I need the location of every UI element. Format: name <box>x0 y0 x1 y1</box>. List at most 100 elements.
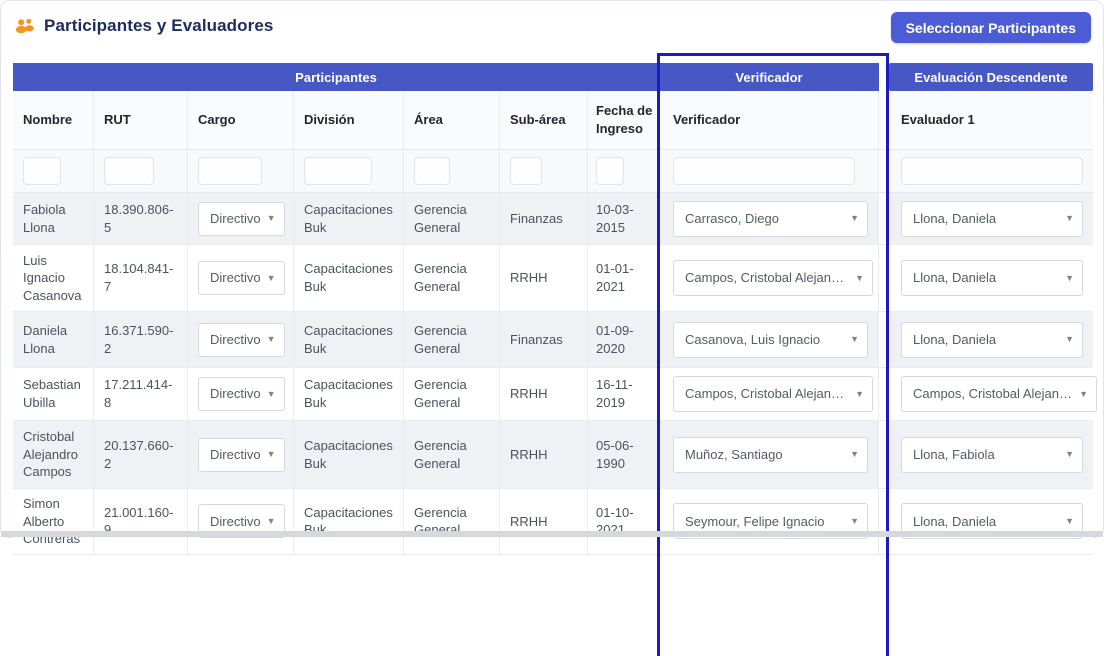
cargo-select[interactable]: Directivo ▼ <box>198 261 285 295</box>
cell-cargo: Directivo ▼ <box>188 193 294 244</box>
table-row: Simon Alberto Contreras 21.001.160-9 Dir… <box>13 489 1093 555</box>
filter-rut-input[interactable] <box>104 157 154 185</box>
chevron-down-icon: ▼ <box>850 212 859 224</box>
table-body: Fabiola Llona 18.390.806-5 Directivo ▼ C… <box>13 193 1093 555</box>
cargo-select[interactable]: Directivo ▼ <box>198 377 285 411</box>
row-gap <box>879 489 889 554</box>
cell-verificador: Seymour, Felipe Ignacio ▼ <box>659 489 879 554</box>
cell-subarea: RRHH <box>500 421 588 488</box>
col-header-evaluador1: Evaluador 1 <box>889 91 1093 149</box>
chevron-down-icon: ▼ <box>1065 448 1074 460</box>
filter-subarea-input[interactable] <box>510 157 542 185</box>
cell-fecha: 10-03-2015 <box>588 193 659 244</box>
cell-verificador: Casanova, Luis Ignacio ▼ <box>659 312 879 367</box>
cell-evaluador1: Campos, Cristobal Alejandro ▼ <box>889 368 1093 420</box>
cell-area: Gerencia General <box>404 489 500 554</box>
table-row: Sebastian Ubilla 17.211.414-8 Directivo … <box>13 368 1093 421</box>
table-row: Luis Ignacio Casanova 18.104.841-7 Direc… <box>13 245 1093 312</box>
cell-verificador: Carrasco, Diego ▼ <box>659 193 879 244</box>
horizontal-scrollbar[interactable] <box>1 531 1103 537</box>
chevron-down-icon: ▼ <box>267 212 276 224</box>
cell-subarea: RRHH <box>500 245 588 311</box>
cell-division: Capacitaciones Buk <box>294 489 404 554</box>
users-icon <box>15 18 35 34</box>
cell-evaluador1: Llona, Daniela ▼ <box>889 312 1093 367</box>
cell-cargo: Directivo ▼ <box>188 312 294 367</box>
cell-rut: 17.211.414-8 <box>94 368 188 420</box>
col-header-area: Área <box>404 91 500 149</box>
page-title: Participantes y Evaluadores <box>44 16 273 36</box>
cell-cargo: Directivo ▼ <box>188 421 294 488</box>
cell-subarea: RRHH <box>500 368 588 420</box>
cargo-select[interactable]: Directivo ▼ <box>198 323 285 357</box>
cell-subarea: Finanzas <box>500 312 588 367</box>
cell-rut: 18.390.806-5 <box>94 193 188 244</box>
filter-cargo-input[interactable] <box>198 157 262 185</box>
chevron-down-icon: ▼ <box>267 515 276 527</box>
filter-row <box>13 150 1093 193</box>
evaluador1-select[interactable]: Campos, Cristobal Alejandro ▼ <box>901 376 1097 412</box>
cell-area: Gerencia General <box>404 368 500 420</box>
evaluador1-select[interactable]: Llona, Fabiola ▼ <box>901 437 1083 473</box>
chevron-down-icon: ▼ <box>1065 333 1074 345</box>
filter-verificador-input[interactable] <box>673 157 855 185</box>
participants-evaluators-page: { "header": { "title": "Participantes y … <box>0 0 1104 538</box>
cell-nombre: Daniela Llona <box>13 312 94 367</box>
table-row: Fabiola Llona 18.390.806-5 Directivo ▼ C… <box>13 193 1093 245</box>
cell-rut: 21.001.160-9 <box>94 489 188 554</box>
cell-division: Capacitaciones Buk <box>294 421 404 488</box>
cell-division: Capacitaciones Buk <box>294 368 404 420</box>
chevron-down-icon: ▼ <box>855 388 864 400</box>
row-gap <box>879 245 889 311</box>
filter-fecha-input[interactable] <box>596 157 624 185</box>
row-gap <box>879 312 889 367</box>
cell-division: Capacitaciones Buk <box>294 245 404 311</box>
chevron-down-icon: ▼ <box>267 272 276 284</box>
col-header-subarea: Sub-área <box>500 91 588 149</box>
filter-division-input[interactable] <box>304 157 372 185</box>
filter-area-input[interactable] <box>414 157 450 185</box>
group-header-row: Participantes Verificador Evaluación Des… <box>13 63 1093 91</box>
col-header-verificador: Verificador <box>659 91 879 149</box>
group-participantes: Participantes <box>13 63 659 91</box>
chevron-down-icon: ▼ <box>267 448 276 460</box>
verificador-select[interactable]: Campos, Cristobal Alejandro ▼ <box>673 260 873 296</box>
cell-verificador: Muñoz, Santiago ▼ <box>659 421 879 488</box>
cell-nombre: Sebastian Ubilla <box>13 368 94 420</box>
select-participants-button[interactable]: Seleccionar Participantes <box>891 12 1091 43</box>
evaluador1-select[interactable]: Llona, Daniela ▼ <box>901 201 1083 237</box>
chevron-down-icon: ▼ <box>850 333 859 345</box>
col-header-rut: RUT <box>94 91 188 149</box>
verificador-select[interactable]: Muñoz, Santiago ▼ <box>673 437 868 473</box>
cell-fecha: 01-10-2021 <box>588 489 659 554</box>
verificador-select[interactable]: Carrasco, Diego ▼ <box>673 201 868 237</box>
verificador-select[interactable]: Campos, Cristobal Alejandro ▼ <box>673 376 873 412</box>
chevron-down-icon: ▼ <box>850 448 859 460</box>
group-gap <box>879 63 889 91</box>
group-evaluacion: Evaluación Descendente <box>889 63 1093 91</box>
table-row: Cristobal Alejandro Campos 20.137.660-2 … <box>13 421 1093 489</box>
col-header-nombre: Nombre <box>13 91 94 149</box>
filter-nombre-input[interactable] <box>23 157 61 185</box>
header-gap <box>879 91 889 149</box>
chevron-down-icon: ▼ <box>850 515 859 527</box>
filter-evaluador1-input[interactable] <box>901 157 1083 185</box>
cell-fecha: 05-06-1990 <box>588 421 659 488</box>
cargo-select[interactable]: Directivo ▼ <box>198 438 285 472</box>
chevron-down-icon: ▼ <box>1065 515 1074 527</box>
group-verificador: Verificador <box>659 63 879 91</box>
cell-area: Gerencia General <box>404 245 500 311</box>
cell-cargo: Directivo ▼ <box>188 245 294 311</box>
filter-gap <box>879 150 889 192</box>
cell-evaluador1: Llona, Daniela ▼ <box>889 245 1093 311</box>
cargo-select[interactable]: Directivo ▼ <box>198 202 285 236</box>
cell-subarea: Finanzas <box>500 193 588 244</box>
chevron-down-icon: ▼ <box>1065 272 1074 284</box>
row-gap <box>879 368 889 420</box>
evaluador1-select[interactable]: Llona, Daniela ▼ <box>901 322 1083 358</box>
cell-fecha: 16-11-2019 <box>588 368 659 420</box>
verificador-select[interactable]: Casanova, Luis Ignacio ▼ <box>673 322 868 358</box>
row-gap <box>879 421 889 488</box>
evaluador1-select[interactable]: Llona, Daniela ▼ <box>901 260 1083 296</box>
col-header-cargo: Cargo <box>188 91 294 149</box>
